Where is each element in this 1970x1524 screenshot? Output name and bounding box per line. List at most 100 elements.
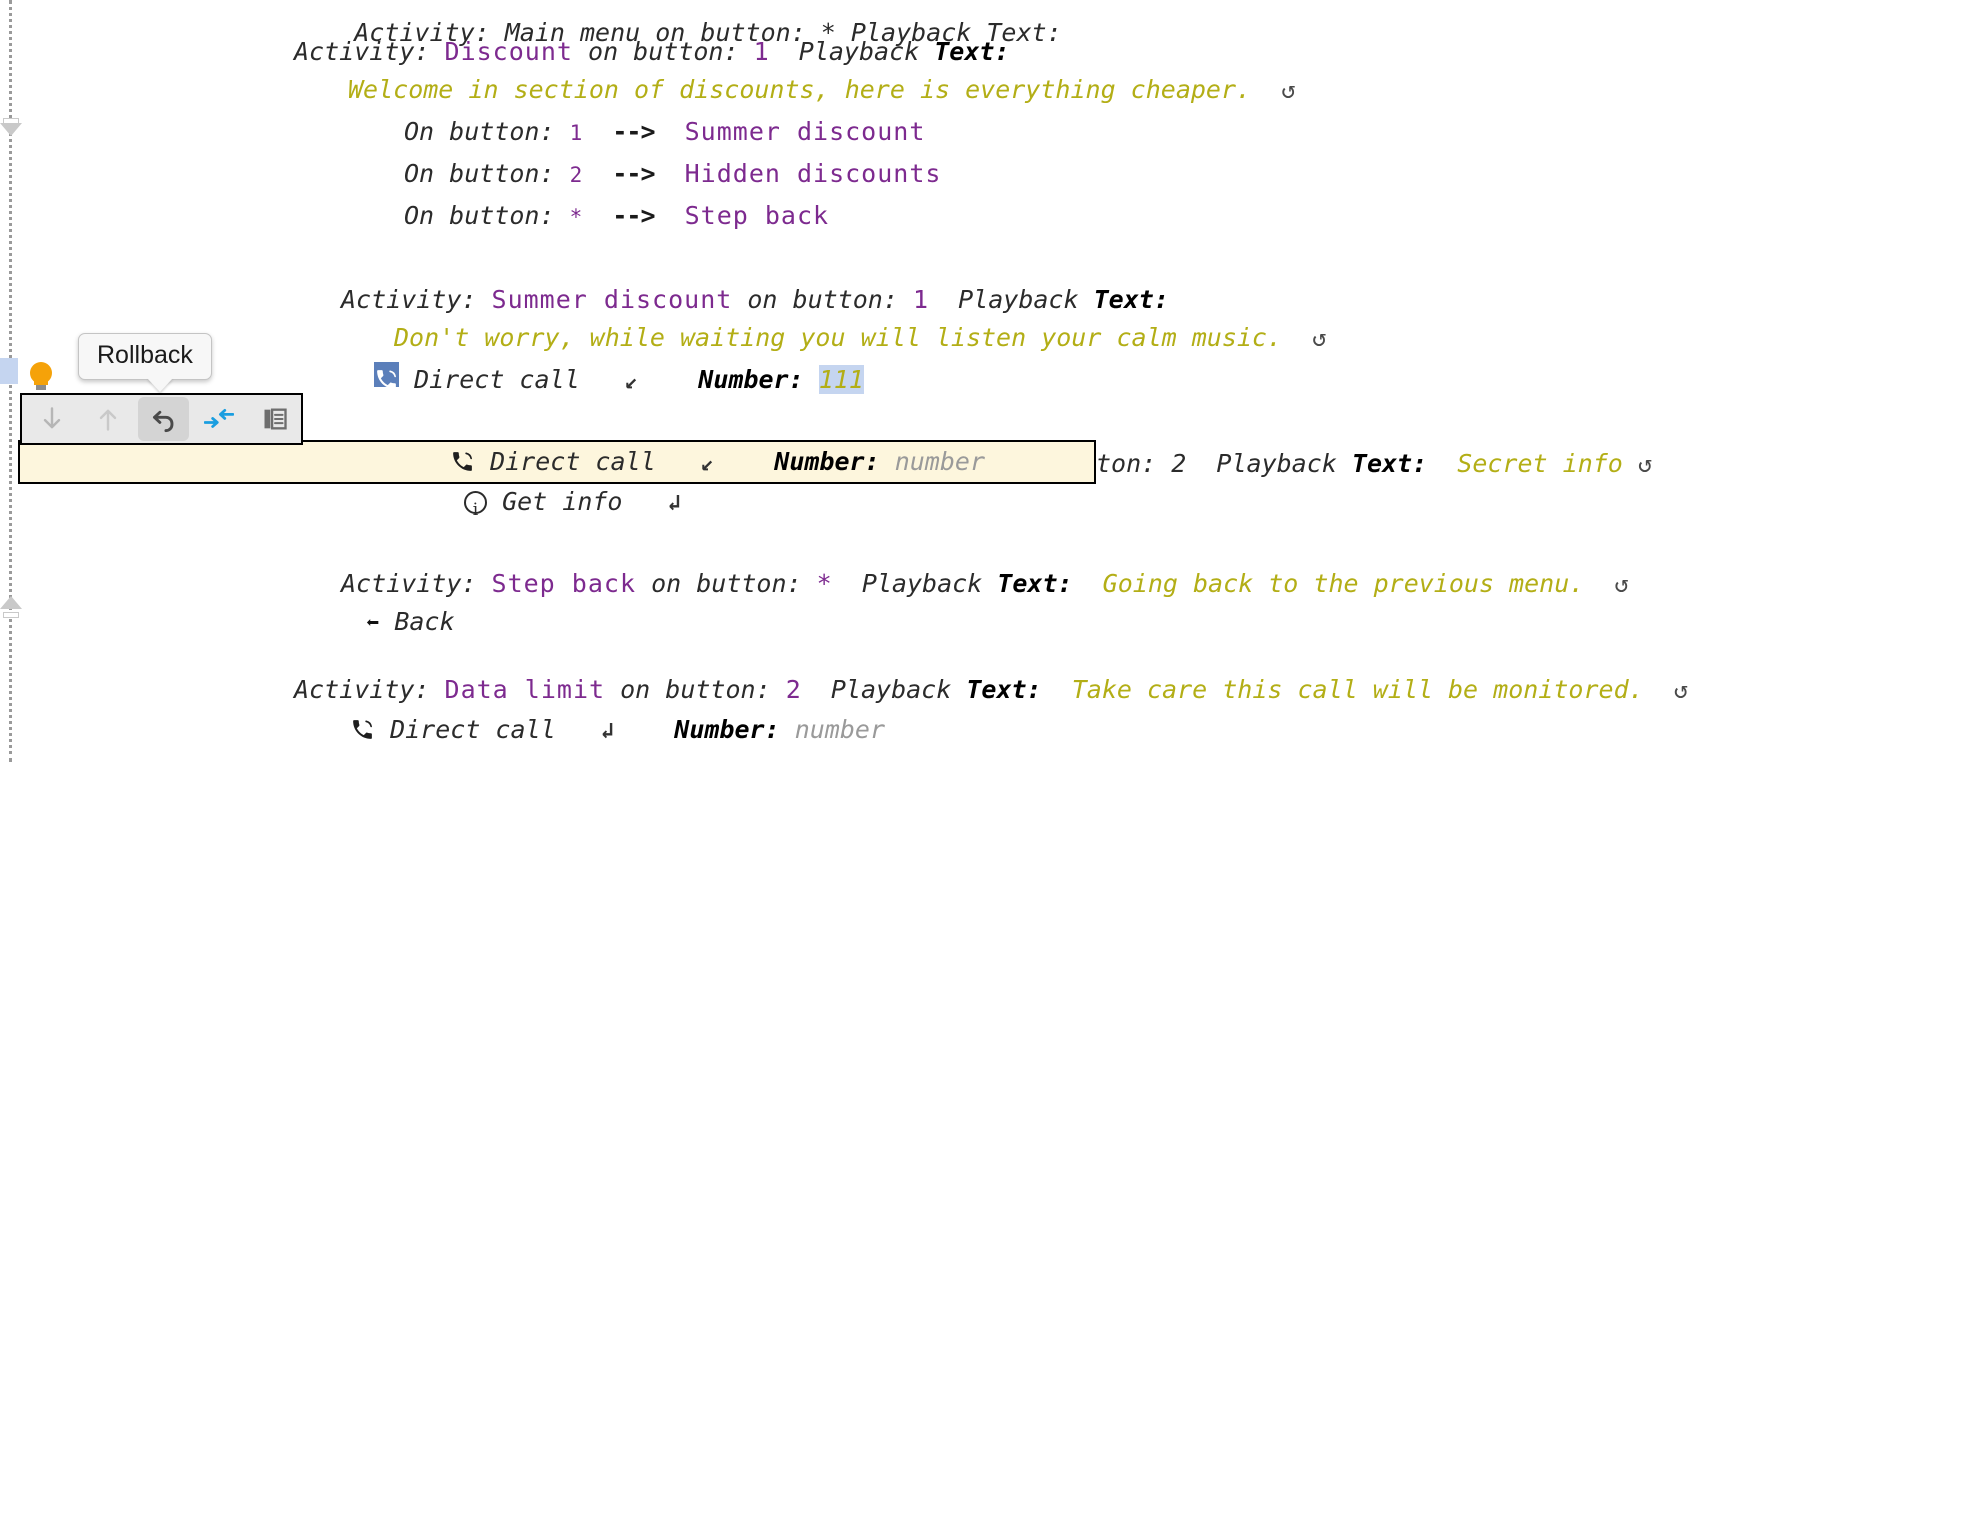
arrow-left-icon[interactable]: ⬅	[366, 611, 379, 636]
collapse-arrows-icon	[204, 408, 235, 428]
loop-repeat-icon[interactable]: ↺	[1674, 676, 1688, 704]
label-on-button: on button:	[588, 37, 739, 66]
editor-gutter[interactable]	[0, 0, 26, 762]
playback-text-step-back[interactable]: Going back to the previous menu.	[1103, 569, 1585, 598]
label-text: Text:	[966, 675, 1042, 704]
label-playback: Playback	[861, 569, 983, 598]
step-out-icon[interactable]: ↲	[668, 491, 681, 516]
floating-action-toolbar[interactable]	[20, 393, 303, 445]
transition-arrow-icon: -->	[612, 117, 655, 146]
label-on-button-short: On button:	[404, 117, 555, 146]
label-on-button-short: On button:	[404, 201, 555, 230]
playback-text-discount[interactable]: Welcome in section of discounts, here is…	[348, 75, 1251, 104]
fold-marker-expand[interactable]	[0, 596, 22, 618]
rollback-undo-icon	[152, 410, 174, 432]
drag-preview-content: Direct call ↙ Number: number	[450, 447, 985, 476]
label-activity: Activity:	[341, 569, 477, 598]
label-text: Text:	[1093, 285, 1169, 314]
label-text: Text:	[1351, 449, 1428, 478]
field-label-number: Number:	[674, 715, 780, 744]
activity-header-data-limit[interactable]: Activity: Data limit on button: 2 Playba…	[294, 668, 1688, 712]
transition-button-1[interactable]: 1	[570, 121, 583, 145]
label-text: Text:	[934, 37, 1010, 66]
action-row-direct-call-data-limit[interactable]: Direct call ↲ Number: number	[350, 708, 885, 753]
action-label-back[interactable]: Back	[394, 607, 454, 636]
label-text: Text:	[997, 569, 1073, 598]
drag-preview-field-value: number	[894, 447, 985, 476]
action-row-direct-call-selected[interactable]: Direct call ↙ Number: 111	[374, 358, 864, 403]
label-activity: Activity:	[294, 675, 430, 704]
activity-button-step-back[interactable]: *	[817, 569, 832, 598]
move-up-button[interactable]	[82, 397, 134, 441]
drag-preview-label: Direct call	[490, 447, 656, 476]
transition-row-2[interactable]: On button: 2 --> Hidden discounts	[404, 152, 941, 197]
info-circle-icon[interactable]	[464, 489, 487, 532]
activity-header-visible-tail: ton: 2	[1096, 449, 1187, 478]
loop-repeat-icon[interactable]: ↺	[1638, 450, 1652, 478]
activity-header-step-back[interactable]: Activity: Step back on button: * Playbac…	[341, 562, 1629, 606]
phone-call-icon[interactable]	[350, 712, 375, 739]
activity-header-hidden-discounts[interactable]: ton: 2 Playback Text: Secret info ↺	[1096, 442, 1652, 486]
transition-button-3[interactable]: *	[570, 205, 583, 229]
label-on-button: on button:	[651, 569, 802, 598]
rollback-button[interactable]	[137, 397, 190, 441]
activity-header-discount[interactable]: Activity: Discount on button: 1 Playback…	[294, 30, 1010, 73]
duplicate-button[interactable]	[249, 397, 301, 441]
transition-button-2[interactable]: 2	[570, 163, 583, 187]
transition-target-1[interactable]: Summer discount	[685, 117, 926, 146]
collapse-button[interactable]	[193, 397, 245, 441]
move-down-button[interactable]	[26, 397, 78, 441]
step-into-icon[interactable]: ↙	[625, 369, 638, 394]
label-playback: Playback	[830, 675, 952, 704]
code-editor-canvas[interactable]: Activity: Main menu on button: * Playbac…	[26, 0, 1970, 762]
tooltip-tail	[147, 378, 173, 392]
loop-repeat-icon[interactable]: ↺	[1614, 570, 1628, 598]
loop-repeat-icon[interactable]: ↺	[1312, 324, 1326, 352]
transition-target-2[interactable]: Hidden discounts	[685, 159, 942, 188]
arrow-down-icon	[43, 407, 61, 429]
step-out-icon[interactable]: ↲	[601, 719, 614, 744]
action-row-get-info[interactable]: Get info ↲	[464, 480, 681, 532]
activity-button-summer-discount[interactable]: 1	[913, 285, 928, 314]
activity-name-step-back[interactable]: Step back	[492, 569, 636, 598]
playback-text-summer-discount[interactable]: Don't worry, while waiting you will list…	[394, 323, 1282, 352]
activity-button-data-limit[interactable]: 2	[786, 675, 801, 704]
field-label-number: Number:	[698, 365, 804, 394]
phone-call-icon	[450, 449, 475, 474]
action-label-get-info[interactable]: Get info	[502, 487, 622, 516]
label-playback: Playback	[958, 285, 1079, 314]
activity-name-data-limit[interactable]: Data limit	[445, 675, 606, 704]
activity-name-discount[interactable]: Discount	[445, 37, 573, 66]
label-activity: Activity:	[294, 37, 430, 66]
action-row-back[interactable]: ⬅ Back	[366, 600, 455, 645]
label-on-button: on button:	[620, 675, 771, 704]
rollback-tooltip: Rollback	[78, 333, 212, 392]
activity-header-summer-discount[interactable]: Activity: Summer discount on button: 1 P…	[341, 278, 1169, 321]
fold-marker-collapse[interactable]	[0, 118, 22, 140]
transition-arrow-icon: -->	[612, 159, 655, 188]
label-on-button: on button:	[747, 285, 898, 314]
transition-arrow-icon: -->	[612, 201, 655, 230]
transition-target-3[interactable]: Step back	[685, 201, 829, 230]
playback-text-data-limit[interactable]: Take care this call will be monitored.	[1072, 675, 1644, 704]
transition-row-1[interactable]: On button: 1 --> Summer discount	[404, 110, 925, 155]
label-on-button-short: On button:	[404, 159, 555, 188]
drag-preview-field-label: Number:	[774, 447, 880, 476]
loop-repeat-icon[interactable]: ↺	[1281, 76, 1295, 104]
drag-preview-row[interactable]: Direct call ↙ Number: number	[18, 440, 1096, 484]
step-into-icon: ↙	[700, 451, 715, 476]
playback-text-row-summer-discount[interactable]: Don't worry, while waiting you will list…	[394, 316, 1327, 360]
transition-row-3[interactable]: On button: * --> Step back	[404, 194, 829, 239]
activity-name-summer-discount[interactable]: Summer discount	[492, 285, 733, 314]
field-value-number-placeholder[interactable]: number	[795, 715, 885, 744]
activity-button-discount[interactable]: 1	[754, 37, 769, 66]
field-value-number[interactable]: 111	[818, 365, 864, 394]
action-label-direct-call[interactable]: Direct call	[390, 715, 556, 744]
gutter-caret-line-highlight	[0, 358, 18, 384]
playback-text-hidden-discounts[interactable]: Secret info	[1457, 449, 1623, 478]
phone-call-icon[interactable]	[374, 362, 399, 389]
intention-bulb-icon[interactable]	[30, 362, 52, 390]
duplicate-copy-icon	[264, 408, 287, 430]
action-label-direct-call[interactable]: Direct call	[414, 365, 580, 394]
playback-text-row-discount[interactable]: Welcome in section of discounts, here is…	[348, 68, 1296, 112]
